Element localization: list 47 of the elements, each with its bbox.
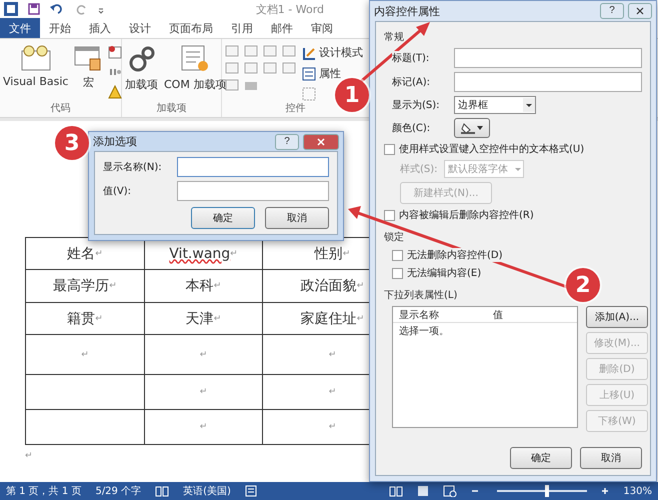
table-cell: ↵ [145,375,263,410]
zoom-level[interactable]: 130% [623,486,652,496]
ribbon-tab[interactable]: 设计 [120,18,160,38]
ribbon-tab[interactable]: 插入 [80,18,120,38]
checkbox-label: 无法删除内容控件(D) [407,248,503,262]
macro-button[interactable]: 宏 [74,43,102,90]
paragraph-mark: ↵ [25,451,33,461]
file-tab[interactable]: 文件 [0,18,40,38]
ribbon-tab[interactable]: 邮件 [262,18,302,38]
cancel-button[interactable]: 取消 [265,207,329,229]
group-label: 代码 [50,102,72,115]
dialog-title: 内容控件属性 [374,4,441,18]
table-cell: ↵ [26,335,145,375]
ok-button[interactable]: 确定 [191,207,255,229]
table-cell: 籍贯↵ [26,303,145,335]
table-cell: 最高学历↵ [26,270,145,303]
group-label: 控件 [284,102,306,115]
checkbox-label: 无法编辑内容(E) [407,266,482,280]
cancel-button[interactable]: 取消 [580,447,642,469]
ribbon-tab[interactable]: 引用 [222,18,262,38]
ribbon-tab[interactable]: 开始 [40,18,80,38]
help-button[interactable]: ? [600,3,624,19]
table-cell: ↵ [145,410,263,445]
window-title: 文档1 - Word [256,2,324,16]
ribbon-tab[interactable]: 页面布局 [160,18,222,38]
language-status[interactable]: 英语(美国) [183,484,231,498]
table-cell: ↵ [145,335,263,375]
word-count[interactable]: 5/29 个字 [95,484,142,498]
ok-button[interactable]: 确定 [510,447,572,469]
page-count[interactable]: 第 1 页，共 1 页 [6,484,82,498]
list-action-button[interactable]: 添加(A)... [586,306,648,328]
checkbox-label: 内容被编辑后删除内容控件(R) [399,208,534,222]
column-header[interactable]: 值 [487,308,577,322]
visual-basic-button[interactable]: Visual Basic [3,43,68,88]
table-cell: 本科↵ [145,270,263,303]
table-cell: 天津↵ [145,303,263,335]
ribbon-tab[interactable]: 审阅 [302,18,342,38]
section-heading: 常规 [384,30,404,44]
group-label: 加载项 [156,102,188,115]
help-button[interactable]: ? [275,134,299,150]
properties-button[interactable]: 属性 [302,66,363,81]
add-ins-button[interactable]: 加载项 [125,43,158,92]
com-add-ins-button[interactable]: COM 加载项 [164,43,226,92]
dropdown[interactable]: 边界框 [454,96,536,114]
design-mode-button[interactable]: 设计模式 [302,45,363,60]
checkbox-label: 使用样式设置键入空控件中的文本格式(U) [399,142,584,156]
dialog-title: 添加选项 [93,134,138,149]
